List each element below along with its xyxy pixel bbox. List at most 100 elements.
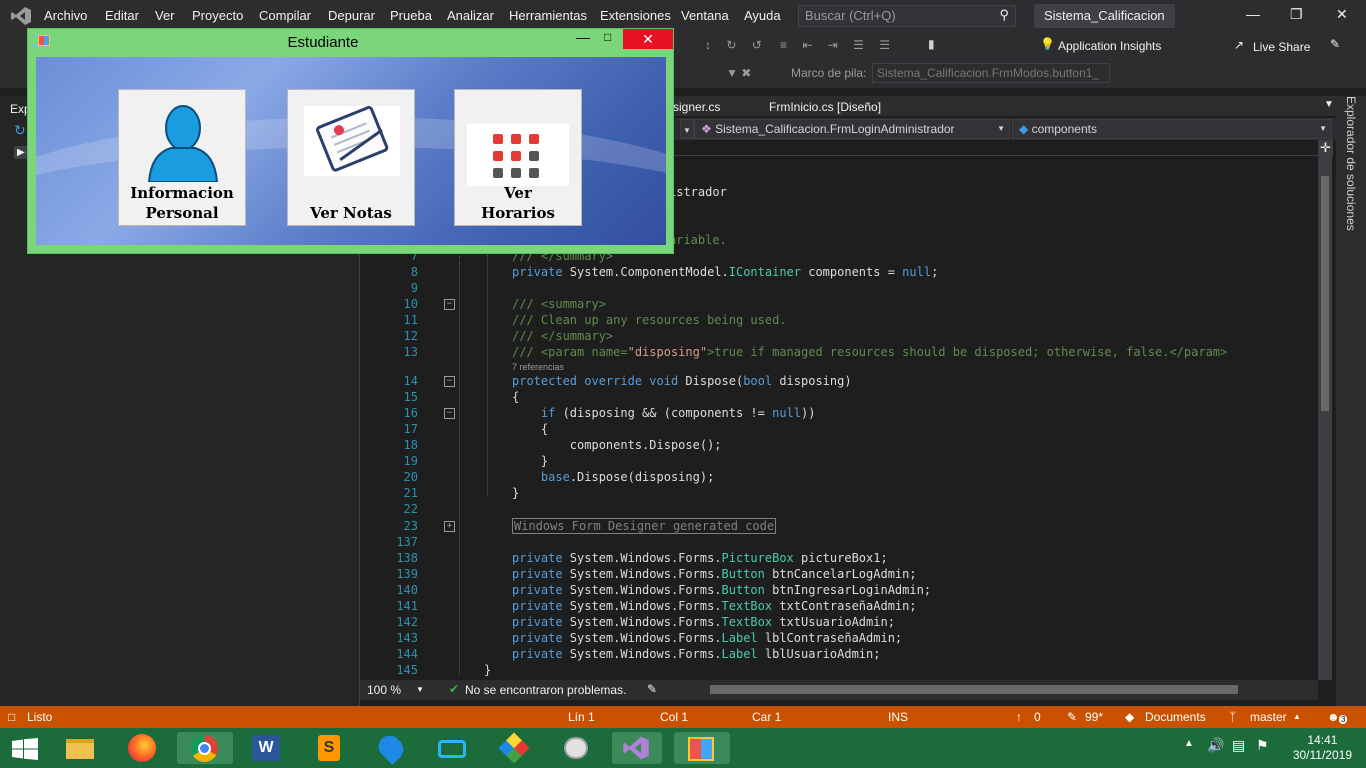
menu-ventana[interactable]: Ventana bbox=[681, 8, 729, 23]
visual-studio-icon[interactable] bbox=[612, 732, 662, 764]
firefox-icon[interactable] bbox=[122, 732, 162, 764]
window-titlebar[interactable]: Estudiante — □ ✕ bbox=[28, 29, 673, 55]
menu-depurar[interactable]: Depurar bbox=[328, 8, 375, 23]
line-number: 142 bbox=[396, 615, 418, 629]
tab-overflow-icon[interactable]: ▼ bbox=[1324, 99, 1334, 110]
line-number: 15 bbox=[403, 390, 418, 404]
show-hidden-icons[interactable]: ▲ bbox=[1184, 738, 1194, 749]
sourcetree-icon[interactable] bbox=[494, 732, 534, 764]
status-up-count[interactable]: 0 bbox=[1034, 710, 1041, 724]
informacion-personal-button[interactable]: Informacion Personal bbox=[118, 89, 246, 226]
maps-icon[interactable] bbox=[370, 731, 410, 765]
solution-explorer-tab[interactable]: Explorador de soluciones bbox=[1336, 96, 1366, 706]
menu-prueba[interactable]: Prueba bbox=[390, 8, 432, 23]
scrollbar-thumb[interactable] bbox=[710, 685, 1238, 694]
code-line: base.Dispose(disposing); bbox=[540, 470, 715, 484]
status-changes[interactable]: 99* bbox=[1085, 710, 1103, 724]
collapse-icon[interactable]: − bbox=[444, 376, 455, 387]
language-icon[interactable]: ⚑ bbox=[1256, 737, 1269, 754]
tab-frminicio-design[interactable]: FrmInicio.cs [Diseño] bbox=[769, 100, 881, 114]
code-line: /// <summary> bbox=[512, 297, 606, 311]
member-dropdown[interactable]: ◆ components ▼ bbox=[1012, 119, 1332, 139]
ver-notas-button[interactable]: Ver Notas bbox=[287, 89, 415, 226]
line-number: 11 bbox=[403, 313, 418, 327]
menu-extensiones[interactable]: Extensiones bbox=[600, 8, 671, 23]
grid-icon bbox=[467, 124, 569, 186]
pencil-icon: ✎ bbox=[1067, 710, 1078, 724]
menu-analizar[interactable]: Analizar bbox=[447, 8, 494, 23]
brush-icon[interactable]: ✎ bbox=[647, 682, 657, 696]
refresh-icon[interactable]: ↻ bbox=[14, 122, 26, 139]
menu-herramientas[interactable]: Herramientas bbox=[509, 8, 587, 23]
running-app-icon[interactable] bbox=[674, 732, 730, 764]
vs-logo-icon[interactable] bbox=[10, 6, 32, 26]
chevron-up-icon[interactable]: ▲ bbox=[1293, 712, 1301, 721]
horizontal-scrollbar[interactable] bbox=[710, 685, 1240, 695]
app-insights-button[interactable]: Application Insights bbox=[1058, 39, 1161, 53]
class-dropdown[interactable]: ❖ Sistema_Calificacion.FrmLoginAdministr… bbox=[694, 119, 1010, 139]
feedback-icon[interactable]: ✎ bbox=[1330, 37, 1340, 51]
expand-arrow-icon[interactable]: ▶ bbox=[14, 146, 28, 159]
editor-split-bar[interactable] bbox=[660, 141, 1318, 156]
word-icon[interactable]: W bbox=[246, 732, 286, 764]
line-number: 139 bbox=[396, 567, 418, 581]
minimize-icon[interactable]: — bbox=[1246, 6, 1260, 22]
collapse-icon[interactable]: − bbox=[444, 299, 455, 310]
maximize-icon[interactable]: □ bbox=[604, 30, 611, 44]
code-line: components.Dispose(); bbox=[512, 438, 722, 452]
collapse-icon[interactable]: − bbox=[444, 408, 455, 419]
tab-designer-cs[interactable]: signer.cs bbox=[673, 100, 720, 114]
code-line: } bbox=[512, 486, 520, 500]
scrollbar-thumb[interactable] bbox=[1321, 176, 1329, 411]
ver-horarios-button[interactable]: Ver Horarios bbox=[454, 89, 582, 226]
line-number: 141 bbox=[396, 599, 418, 613]
bookmark-icon[interactable]: ▮ bbox=[928, 37, 935, 51]
menu-ayuda[interactable]: Ayuda bbox=[744, 8, 781, 23]
line-number: 145 bbox=[396, 663, 418, 677]
vertical-scrollbar[interactable] bbox=[1318, 156, 1332, 680]
chrome-icon[interactable] bbox=[177, 732, 233, 764]
close-icon[interactable]: ✕ bbox=[1336, 6, 1348, 23]
network-icon[interactable] bbox=[432, 732, 472, 764]
expand-icon[interactable]: + bbox=[444, 521, 455, 532]
live-share-button[interactable]: Live Share bbox=[1253, 40, 1310, 54]
search-input[interactable]: Buscar (Ctrl+Q) ⚲ bbox=[798, 5, 1016, 27]
toolbar-step-icons[interactable]: ↕ ↻ ↺ bbox=[705, 38, 768, 52]
minimize-icon[interactable]: — bbox=[576, 29, 590, 45]
menu-proyecto[interactable]: Proyecto bbox=[192, 8, 243, 23]
line-number: 12 bbox=[403, 329, 418, 343]
filter-icon[interactable]: ▼ ✖ bbox=[726, 66, 751, 80]
maximize-icon[interactable]: ❐ bbox=[1290, 6, 1303, 23]
code-line: private System.Windows.Forms.TextBox txt… bbox=[512, 599, 917, 613]
network-status-icon[interactable]: ▤ bbox=[1232, 737, 1245, 754]
file-explorer-icon[interactable] bbox=[60, 732, 100, 764]
sublime-icon[interactable]: S bbox=[308, 732, 348, 764]
menu-compilar[interactable]: Compilar bbox=[259, 8, 311, 23]
menu-ver[interactable]: Ver bbox=[155, 8, 175, 23]
zoom-dropdown[interactable]: 100 % bbox=[367, 683, 401, 697]
notification-icon[interactable]: ☻ bbox=[1327, 710, 1340, 724]
collapsed-region[interactable]: Windows Form Designer generated code bbox=[512, 518, 777, 534]
problems-status[interactable]: No se encontraron problemas. bbox=[465, 683, 626, 697]
line-number: 144 bbox=[396, 647, 418, 661]
paint-icon[interactable] bbox=[556, 732, 596, 764]
status-repo[interactable]: Documents bbox=[1145, 710, 1206, 724]
line-number: 19 bbox=[403, 454, 418, 468]
windows-start-icon[interactable] bbox=[12, 738, 38, 760]
menu-editar[interactable]: Editar bbox=[105, 8, 139, 23]
codelens-references[interactable]: 7 referencias bbox=[512, 362, 564, 372]
line-number: 17 bbox=[403, 422, 418, 436]
split-icon[interactable]: ✛ bbox=[1318, 140, 1333, 156]
stack-frame-dropdown[interactable]: Sistema_Calificacion.FrmModos.button1_ bbox=[872, 63, 1110, 83]
toolbar-format-icons[interactable]: ≡ ⇤ ⇥ ☰ ☰ bbox=[780, 38, 896, 52]
close-button[interactable]: ✕ bbox=[623, 29, 673, 49]
menu-archivo[interactable]: Archivo bbox=[44, 8, 87, 23]
status-branch[interactable]: master bbox=[1250, 710, 1287, 724]
system-clock[interactable]: 14:41 30/11/2019 bbox=[1293, 733, 1352, 763]
chevron-down-icon[interactable]: ▼ bbox=[416, 685, 424, 694]
status-ins: INS bbox=[888, 710, 909, 724]
volume-icon[interactable]: 🔊 bbox=[1207, 737, 1224, 754]
line-number: 140 bbox=[396, 583, 418, 597]
project-dropdown[interactable]: ▼ bbox=[680, 119, 694, 139]
class-icon: ❖ bbox=[701, 122, 712, 136]
